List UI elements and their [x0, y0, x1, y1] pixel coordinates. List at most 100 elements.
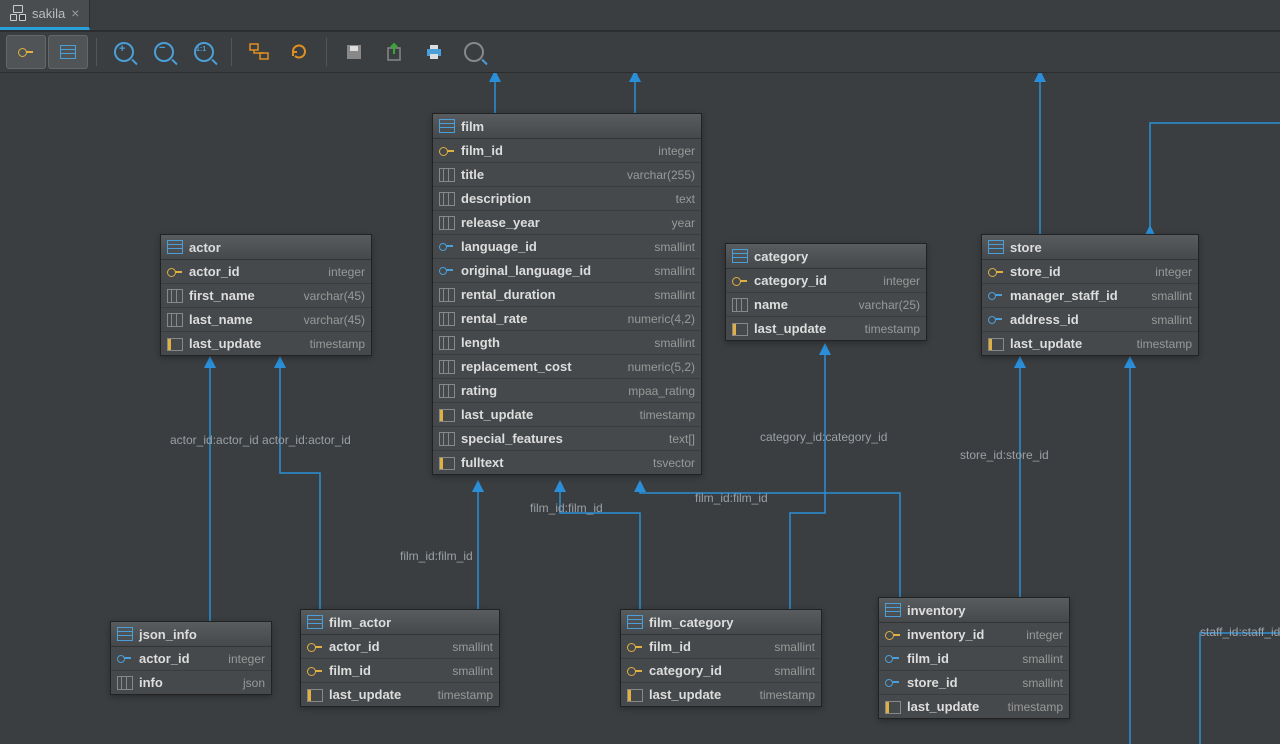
- column-row[interactable]: language_id smallint: [433, 235, 701, 259]
- table-icon: [885, 603, 901, 617]
- table-header[interactable]: inventory: [879, 598, 1069, 623]
- close-icon[interactable]: ×: [71, 5, 79, 21]
- col-icon: [732, 298, 748, 312]
- col-icon: [439, 312, 455, 326]
- column-row[interactable]: film_id smallint: [879, 647, 1069, 671]
- column-row[interactable]: name varchar(25): [726, 293, 926, 317]
- column-row[interactable]: store_id smallint: [879, 671, 1069, 695]
- column-name: category_id: [754, 273, 877, 288]
- table-header[interactable]: json_info: [111, 622, 271, 647]
- column-row[interactable]: film_id smallint: [301, 659, 499, 683]
- column-name: last_update: [907, 699, 1002, 714]
- column-type: timestamp: [865, 322, 920, 336]
- column-row[interactable]: rating mpaa_rating: [433, 379, 701, 403]
- column-row[interactable]: actor_id integer: [111, 647, 271, 671]
- column-row[interactable]: last_update timestamp: [621, 683, 821, 706]
- table-film_category[interactable]: film_category film_id smallint category_…: [620, 609, 822, 707]
- table-json_info[interactable]: json_info actor_id integer info json: [110, 621, 272, 695]
- diagram-canvas[interactable]: actor_id:actor_id actor_id:actor_id film…: [0, 73, 1280, 744]
- column-row[interactable]: special_features text[]: [433, 427, 701, 451]
- table-actor[interactable]: actor actor_id integer first_name varcha…: [160, 234, 372, 356]
- column-row[interactable]: store_id integer: [982, 260, 1198, 284]
- column-name: film_id: [907, 651, 1016, 666]
- column-row[interactable]: last_update timestamp: [433, 403, 701, 427]
- tab-label: sakila: [32, 6, 65, 21]
- table-header[interactable]: film: [433, 114, 701, 139]
- zoom-in-button[interactable]: [105, 36, 143, 68]
- edge-label: category_id:category_id: [760, 430, 887, 444]
- column-row[interactable]: release_year year: [433, 211, 701, 235]
- fk-icon: [988, 313, 1004, 327]
- zoom-actual-icon: [194, 42, 214, 62]
- table-header[interactable]: film_category: [621, 610, 821, 635]
- refresh-button[interactable]: [280, 36, 318, 68]
- col-icon: [439, 360, 455, 374]
- column-type: smallint: [654, 240, 695, 254]
- column-row[interactable]: length smallint: [433, 331, 701, 355]
- column-name: category_id: [649, 663, 768, 678]
- export-button[interactable]: [375, 36, 413, 68]
- column-row[interactable]: first_name varchar(45): [161, 284, 371, 308]
- print-button[interactable]: [415, 36, 453, 68]
- column-type: varchar(45): [304, 289, 365, 303]
- column-row[interactable]: last_update timestamp: [726, 317, 926, 340]
- idx-icon: [627, 688, 643, 702]
- table-icon: [627, 615, 643, 629]
- column-type: year: [672, 216, 695, 230]
- column-name: actor_id: [329, 639, 446, 654]
- column-row[interactable]: last_name varchar(45): [161, 308, 371, 332]
- column-row[interactable]: last_update timestamp: [982, 332, 1198, 355]
- view-all-columns-button[interactable]: [48, 35, 88, 69]
- column-row[interactable]: category_id integer: [726, 269, 926, 293]
- auto-layout-button[interactable]: [240, 36, 278, 68]
- table-category[interactable]: category category_id integer name varcha…: [725, 243, 927, 341]
- column-row[interactable]: last_update timestamp: [879, 695, 1069, 718]
- table-film_actor[interactable]: film_actor actor_id smallint film_id sma…: [300, 609, 500, 707]
- save-button[interactable]: [335, 36, 373, 68]
- edge-label: film_id:film_id: [400, 549, 473, 563]
- column-row[interactable]: actor_id smallint: [301, 635, 499, 659]
- find-button[interactable]: [455, 36, 493, 68]
- column-row[interactable]: film_id smallint: [621, 635, 821, 659]
- tab-bar: sakila ×: [0, 0, 1280, 32]
- col-icon: [439, 384, 455, 398]
- column-name: replacement_cost: [461, 359, 622, 374]
- column-row[interactable]: info json: [111, 671, 271, 694]
- table-header[interactable]: film_actor: [301, 610, 499, 635]
- column-row[interactable]: manager_staff_id smallint: [982, 284, 1198, 308]
- column-row[interactable]: title varchar(255): [433, 163, 701, 187]
- column-name: description: [461, 191, 670, 206]
- table-title: actor: [189, 240, 221, 255]
- column-row[interactable]: description text: [433, 187, 701, 211]
- column-row[interactable]: fulltext tsvector: [433, 451, 701, 474]
- pk-icon: [988, 265, 1004, 279]
- column-row[interactable]: rental_rate numeric(4,2): [433, 307, 701, 331]
- column-row[interactable]: actor_id integer: [161, 260, 371, 284]
- column-name: film_id: [649, 639, 768, 654]
- column-name: last_update: [189, 336, 304, 351]
- table-film[interactable]: film film_id integer title varchar(255) …: [432, 113, 702, 475]
- zoom-out-button[interactable]: [145, 36, 183, 68]
- table-header[interactable]: store: [982, 235, 1198, 260]
- table-title: category: [754, 249, 808, 264]
- table-header[interactable]: category: [726, 244, 926, 269]
- column-type: smallint: [654, 288, 695, 302]
- column-name: actor_id: [139, 651, 222, 666]
- view-key-columns-button[interactable]: [6, 35, 46, 69]
- column-row[interactable]: replacement_cost numeric(5,2): [433, 355, 701, 379]
- column-type: numeric(5,2): [628, 360, 695, 374]
- column-row[interactable]: inventory_id integer: [879, 623, 1069, 647]
- zoom-actual-button[interactable]: [185, 36, 223, 68]
- table-header[interactable]: actor: [161, 235, 371, 260]
- column-row[interactable]: last_update timestamp: [161, 332, 371, 355]
- column-type: smallint: [1151, 313, 1192, 327]
- column-row[interactable]: last_update timestamp: [301, 683, 499, 706]
- table-store[interactable]: store store_id integer manager_staff_id …: [981, 234, 1199, 356]
- column-row[interactable]: rental_duration smallint: [433, 283, 701, 307]
- tab-sakila[interactable]: sakila ×: [0, 0, 90, 30]
- column-row[interactable]: film_id integer: [433, 139, 701, 163]
- column-row[interactable]: address_id smallint: [982, 308, 1198, 332]
- column-row[interactable]: category_id smallint: [621, 659, 821, 683]
- table-inventory[interactable]: inventory inventory_id integer film_id s…: [878, 597, 1070, 719]
- column-row[interactable]: original_language_id smallint: [433, 259, 701, 283]
